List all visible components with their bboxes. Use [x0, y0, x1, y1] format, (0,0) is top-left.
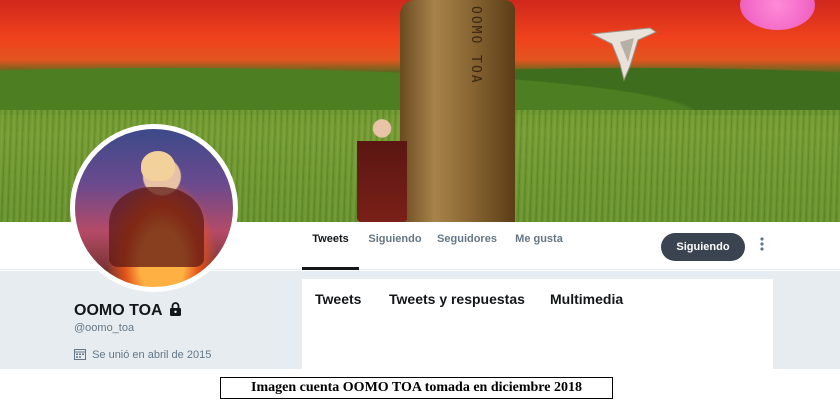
- profile-avatar[interactable]: [70, 124, 238, 292]
- banner-figure: [357, 118, 407, 222]
- timeline-panel: Tweets Tweets y respuestas Multimedia: [302, 279, 773, 369]
- tab-me-gusta-label: Me gusta: [515, 233, 563, 245]
- tab-me-gusta[interactable]: Me gusta: [514, 222, 564, 270]
- banner-pillar: [400, 0, 515, 222]
- banner-craft: [590, 27, 658, 82]
- tab-siguiendo[interactable]: Siguiendo: [366, 222, 424, 270]
- tab-seguidores-label: Seguidores: [437, 233, 497, 245]
- timeline-tab-media[interactable]: Multimedia: [550, 291, 623, 307]
- profile-joined-date: Se unió en abril de 2015: [92, 349, 212, 361]
- tab-siguiendo-label: Siguiendo: [368, 233, 422, 245]
- avatar-robe: [109, 187, 204, 267]
- profile-joined-row: Se unió en abril de 2015: [74, 348, 211, 361]
- lock-icon: [170, 302, 182, 316]
- tab-tweets[interactable]: Tweets: [302, 222, 359, 270]
- banner-sun: [740, 0, 815, 30]
- profile-handle[interactable]: @oomo_toa: [74, 322, 134, 334]
- image-caption: Imagen cuenta OOMO TOA tomada en diciemb…: [220, 377, 613, 399]
- more-dots-glyph: [760, 237, 764, 251]
- avatar-hair: [141, 151, 175, 181]
- banner-pillar-glyphs: OOMO TOA: [468, 6, 483, 85]
- caption-strip: Imagen cuenta OOMO TOA tomada en diciemb…: [0, 369, 840, 415]
- timeline-tab-tweets-replies[interactable]: Tweets y respuestas: [389, 291, 525, 307]
- tab-seguidores[interactable]: Seguidores: [436, 222, 498, 270]
- following-button[interactable]: Siguiendo: [661, 233, 745, 261]
- active-tab-indicator: [302, 267, 359, 270]
- calendar-icon: [74, 349, 86, 360]
- tab-tweets-label: Tweets: [312, 233, 349, 245]
- timeline-tab-tweets[interactable]: Tweets: [315, 291, 361, 307]
- profile-name-row: OOMO TOA: [74, 302, 182, 320]
- profile-display-name[interactable]: OOMO TOA: [74, 302, 162, 319]
- more-vertical-icon[interactable]: [755, 236, 769, 258]
